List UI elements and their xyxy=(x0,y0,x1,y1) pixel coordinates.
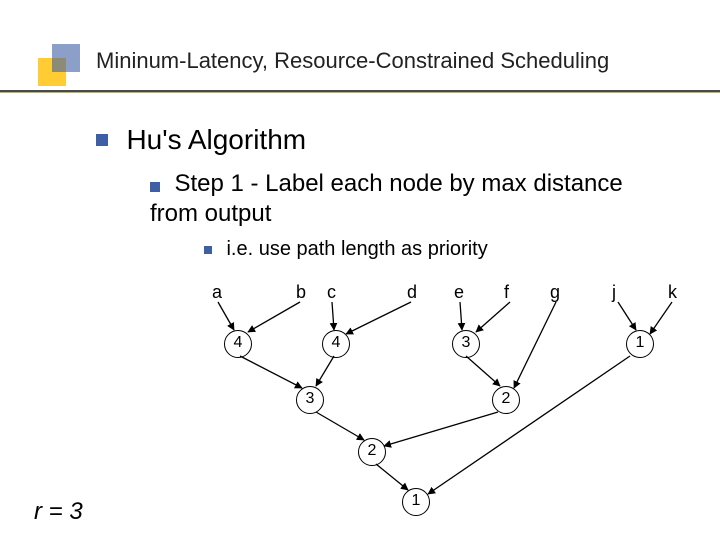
node-3-right: 3 xyxy=(452,330,480,358)
input-label-k: k xyxy=(668,282,677,303)
node-1-bottom: 1 xyxy=(402,488,430,516)
input-label-g: g xyxy=(550,282,560,303)
node-2-mid: 2 xyxy=(358,438,386,466)
input-label-f: f xyxy=(504,282,509,303)
bullet-level-1: Hu's Algorithm xyxy=(96,124,306,156)
input-label-j: j xyxy=(612,282,616,303)
input-label-b: b xyxy=(296,282,306,303)
r-equals-label: r = 3 xyxy=(34,498,83,526)
input-label-d: d xyxy=(407,282,417,303)
input-label-e: e xyxy=(454,282,464,303)
bullet-2-text-line1: Step 1 - Label each node by max distance xyxy=(174,170,622,197)
node-3-mid: 3 xyxy=(296,386,324,414)
bullet-icon xyxy=(150,182,160,192)
input-label-c: c xyxy=(327,282,336,303)
slide-title: Mininum-Latency, Resource-Constrained Sc… xyxy=(96,48,609,73)
logo-square-blue xyxy=(52,44,80,72)
node-2-right: 2 xyxy=(492,386,520,414)
bullet-level-2: Step 1 - Label each node by max distance xyxy=(150,170,660,198)
bullet-3-text: i.e. use path length as priority xyxy=(226,238,487,260)
bullet-icon xyxy=(204,246,212,254)
bullet-2-text-line2: from output xyxy=(150,200,271,228)
node-4-right: 4 xyxy=(322,330,350,358)
bullet-level-3: i.e. use path length as priority xyxy=(204,238,488,261)
title-wrap: Mininum-Latency, Resource-Constrained Sc… xyxy=(96,48,609,74)
node-1-right: 1 xyxy=(626,330,654,358)
bullet-icon xyxy=(96,134,108,146)
title-underline xyxy=(0,90,720,92)
bullet-1-text: Hu's Algorithm xyxy=(126,124,306,155)
r-equals-text: r = 3 xyxy=(34,498,83,525)
node-4-left: 4 xyxy=(224,330,252,358)
input-label-a: a xyxy=(212,282,222,303)
slide-logo xyxy=(38,44,80,86)
slide: Mininum-Latency, Resource-Constrained Sc… xyxy=(0,0,720,540)
